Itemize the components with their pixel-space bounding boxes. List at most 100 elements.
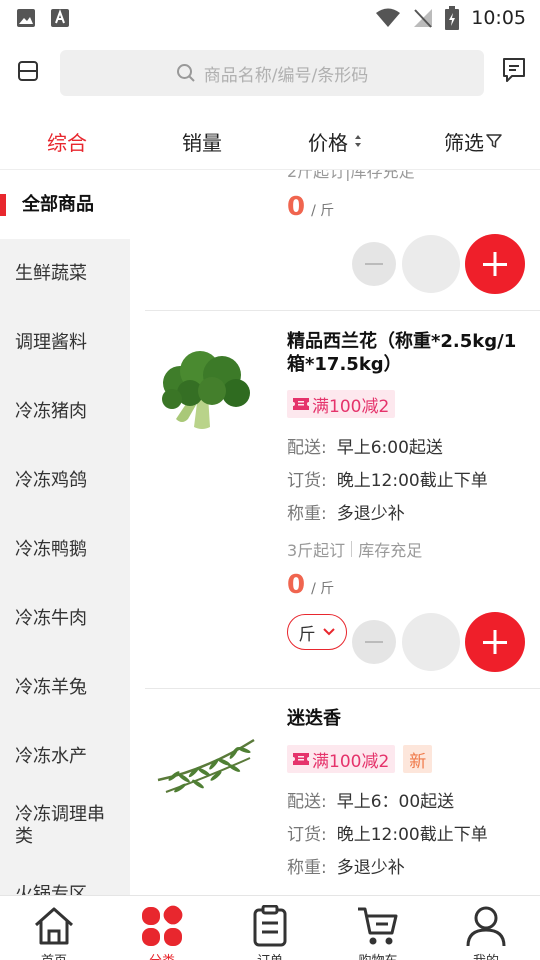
info-key: 订货: — [287, 471, 327, 491]
info-value: 晚上12:00截止下单 — [336, 471, 488, 491]
quantity-input[interactable] — [402, 613, 460, 671]
info-value: 早上6：00起送 — [336, 792, 455, 812]
scan-icon[interactable] — [16, 59, 40, 83]
order-info: 订货: 晚上12:00截止下单 — [287, 466, 488, 491]
message-icon[interactable] — [501, 56, 527, 84]
nav-home[interactable]: 首页 — [0, 896, 108, 960]
weigh-info: 称重: 多退少补 — [287, 853, 405, 878]
nav-label: 订单 — [257, 950, 283, 960]
sidebar-item-sauces[interactable]: 调理酱料 — [0, 308, 130, 377]
decrease-button[interactable] — [352, 242, 396, 286]
plus-icon — [483, 630, 507, 654]
status-bar: 10:05 — [0, 0, 540, 36]
nav-label: 分类 — [149, 950, 175, 960]
new-badge-label: 新 — [409, 751, 427, 772]
new-badge: 新 — [403, 745, 433, 773]
decrease-button[interactable] — [352, 620, 396, 664]
sort-tab-label: 价格 — [308, 130, 348, 155]
nav-cart[interactable]: 购物车 — [324, 896, 432, 960]
product-image-rosemary[interactable] — [150, 718, 262, 818]
sidebar-item-beef[interactable]: 冷冻牛肉 — [0, 584, 130, 653]
unit-select[interactable]: 斤 — [287, 614, 347, 650]
sidebar-item-label: 冷冻调理串类 — [15, 803, 105, 847]
sidebar-item-label: 生鲜蔬菜 — [15, 262, 87, 284]
quantity-input[interactable] — [402, 235, 460, 293]
promo-label: 满100减2 — [312, 396, 390, 417]
price-unit: / 斤 — [311, 203, 335, 219]
minus-icon — [365, 641, 383, 643]
minus-icon — [365, 263, 383, 265]
user-icon — [466, 906, 506, 947]
product-price: 0 / 斤 — [287, 570, 334, 600]
sidebar-item-label: 冷冻羊兔 — [15, 676, 87, 698]
sidebar-item-chicken[interactable]: 冷冻鸡鸽 — [0, 446, 130, 515]
sidebar-item-all[interactable]: 全部商品 — [0, 170, 130, 239]
sidebar-item-label: 调理酱料 — [15, 331, 87, 353]
sort-tab-default[interactable]: 综合 — [22, 112, 112, 170]
search-icon — [176, 64, 195, 82]
promo-badge: 满100减2 — [287, 745, 396, 773]
nav-profile[interactable]: 我的 — [432, 896, 540, 960]
search-input[interactable]: 商品名称/编号/条形码 — [60, 50, 484, 96]
sidebar-item-duck[interactable]: 冷冻鸭鹅 — [0, 515, 130, 584]
status-time: 10:05 — [471, 7, 526, 29]
product-name[interactable]: 迷迭香 — [287, 707, 532, 730]
ticket-icon — [293, 398, 309, 410]
product-name[interactable]: 精品西兰花（称重*2.5kg/1箱*17.5kg） — [287, 330, 532, 376]
info-key: 配送: — [287, 438, 327, 458]
nav-order[interactable]: 订单 — [216, 896, 324, 960]
sidebar-item-vegetables[interactable]: 生鲜蔬菜 — [0, 239, 130, 308]
search-header: 商品名称/编号/条形码 — [0, 36, 540, 112]
info-value: 早上6:00起送 — [336, 438, 443, 458]
info-key: 配送: — [287, 792, 327, 812]
home-icon-wrap — [32, 905, 76, 947]
info-value: 多退少补 — [336, 504, 405, 524]
min-order: 3斤起订 — [287, 541, 346, 560]
divider — [145, 688, 540, 689]
weigh-info: 称重: 多退少补 — [287, 499, 405, 524]
sidebar-item-label: 全部商品 — [22, 193, 94, 215]
user-icon-wrap — [464, 905, 508, 947]
sidebar-item-label: 冷冻牛肉 — [15, 607, 87, 629]
stock-info: 3斤起订 库存充足 — [287, 537, 422, 561]
sort-tab-filter[interactable]: 筛选 — [428, 112, 518, 170]
sort-tab-price[interactable]: 价格 — [290, 112, 380, 170]
nav-category[interactable]: 分类 — [108, 896, 216, 960]
product-image-broccoli[interactable] — [150, 335, 262, 435]
sidebar-item-seafood[interactable]: 冷冻水产 — [0, 722, 130, 791]
sort-tab-sales[interactable]: 销量 — [157, 112, 247, 170]
no-signal-icon — [414, 9, 433, 28]
order-info: 订货: 晚上12:00截止下单 — [287, 820, 488, 845]
order-icon — [253, 905, 287, 947]
sidebar-item-lamb[interactable]: 冷冻羊兔 — [0, 653, 130, 722]
filter-icon — [486, 134, 502, 148]
nav-label: 购物车 — [358, 950, 397, 960]
font-icon — [51, 9, 69, 27]
info-value: 晚上12:00截止下单 — [336, 825, 488, 845]
nav-label: 我的 — [473, 950, 499, 960]
sidebar-item-pork[interactable]: 冷冻猪肉 — [0, 377, 130, 446]
sort-tab-label: 筛选 — [444, 130, 484, 155]
sort-tab-label: 综合 — [47, 130, 87, 155]
add-to-cart-button[interactable] — [465, 612, 525, 672]
sidebar-item-skewers[interactable]: 冷冻调理串类 — [0, 791, 130, 860]
product-stock-text: 2斤起订|库存充足 — [287, 170, 415, 181]
sidebar-item-hotpot[interactable]: 火锅专区 — [0, 860, 130, 896]
sort-tab-label: 销量 — [182, 130, 222, 155]
add-to-cart-button[interactable] — [465, 234, 525, 294]
price-value: 0 — [287, 570, 306, 600]
cart-icon — [358, 907, 398, 945]
category-icon-wrap — [140, 905, 184, 947]
info-value: 多退少补 — [336, 858, 405, 878]
sidebar-item-label: 冷冻鸭鹅 — [15, 538, 87, 560]
gallery-icon — [17, 9, 35, 27]
promo-badge: 满100减2 — [287, 390, 396, 418]
cart-icon-wrap — [356, 905, 400, 947]
sidebar-item-label: 冷冻猪肉 — [15, 400, 87, 422]
chevron-down-icon — [322, 628, 335, 636]
sort-bar: 综合 销量 价格 筛选 — [0, 112, 540, 170]
promo-label: 满100减2 — [312, 751, 390, 772]
divider — [145, 310, 540, 311]
wifi-icon — [376, 8, 401, 27]
category-icon — [142, 905, 183, 946]
